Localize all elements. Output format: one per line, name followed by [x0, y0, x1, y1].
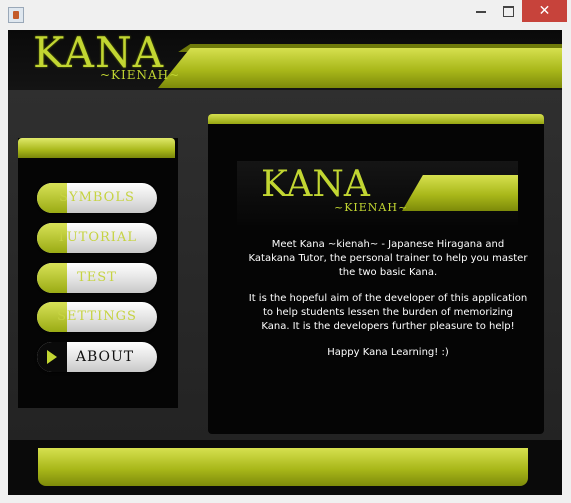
minimize-button[interactable] — [467, 0, 495, 22]
sidebar-item-label: TUTORIAL — [57, 230, 137, 245]
sidebar-item-label: SYMBOLS — [59, 190, 135, 205]
java-app-icon — [8, 7, 24, 23]
about-logo-title: KANA — [261, 164, 370, 205]
close-button[interactable]: ✕ — [522, 0, 567, 22]
about-text: Meet Kana ~kienah~ - Japanese Hiragana a… — [248, 238, 528, 372]
about-paragraph: It is the hopeful aim of the developer o… — [248, 293, 528, 332]
about-logo-subtitle: ~KIENAH~ — [334, 201, 409, 214]
footer-stripe — [38, 448, 528, 486]
window-frame-bottom — [0, 495, 571, 503]
logo-subtitle: ~KIENAH~ — [100, 68, 181, 82]
window-frame-left — [0, 30, 8, 495]
maximize-button[interactable] — [495, 0, 522, 22]
about-paragraph: Happy Kana Learning! :) — [327, 347, 449, 358]
about-logo-banner: KANA ~KIENAH~ — [237, 161, 518, 225]
app-content: KANA ~KIENAH~ SYMBOLS TUTORIAL TEST SETT… — [8, 30, 562, 495]
about-logo-stripe — [402, 175, 518, 211]
sidebar-item-label: ABOUT — [75, 349, 135, 365]
sidebar-item-about[interactable]: ABOUT — [37, 342, 157, 372]
sidebar-item-symbols[interactable]: SYMBOLS — [37, 183, 157, 213]
window-frame-right — [562, 30, 571, 495]
close-icon: ✕ — [538, 3, 551, 19]
about-paragraph: Meet Kana ~kienah~ - Japanese Hiragana a… — [248, 239, 528, 278]
sidebar-item-label: SETTINGS — [57, 309, 137, 324]
sidebar-item-settings[interactable]: SETTINGS — [37, 302, 157, 332]
sidebar-header-bar — [18, 138, 175, 158]
title-bar: ✕ — [0, 0, 571, 30]
sidebar-item-tutorial[interactable]: TUTORIAL — [37, 223, 157, 253]
sidebar-item-test[interactable]: TEST — [37, 263, 157, 293]
sidebar-item-label: TEST — [77, 270, 117, 285]
about-panel-header-bar — [208, 114, 544, 124]
header-band: KANA ~KIENAH~ — [8, 30, 562, 90]
header-stripe — [158, 48, 562, 88]
